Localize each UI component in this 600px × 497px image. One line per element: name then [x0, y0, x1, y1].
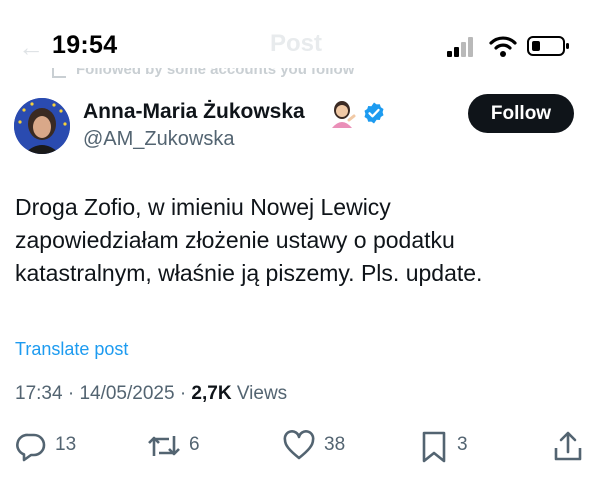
- like-button[interactable]: 38: [283, 428, 363, 464]
- meta-separator: ·: [179, 383, 192, 404]
- tweet-text: Droga Zofio, w imieniu Nowej Lewicy zapo…: [15, 191, 585, 290]
- tweet-meta: 17:34 · 14/05/2025 · 2,7K Views: [15, 383, 287, 405]
- bookmark-icon: [422, 431, 446, 463]
- share-button[interactable]: [553, 428, 585, 464]
- tweet-line: katastralnym, właśnie ją piszemy. Pls. u…: [15, 260, 483, 286]
- post-date[interactable]: 14/05/2025: [79, 383, 174, 404]
- verified-badge-icon: [364, 102, 384, 124]
- repost-button[interactable]: 6: [147, 428, 227, 464]
- share-icon: [554, 431, 582, 461]
- woman-tipping-hand-emoji-icon: [332, 101, 356, 128]
- bookmark-button[interactable]: 3: [421, 428, 491, 464]
- people-icon: [52, 68, 66, 78]
- like-count: 38: [324, 434, 346, 455]
- reply-count: 13: [55, 434, 77, 455]
- repost-count: 6: [189, 434, 200, 455]
- reply-icon: [16, 433, 46, 462]
- follow-button[interactable]: Follow: [468, 94, 574, 133]
- reply-button[interactable]: 13: [15, 428, 95, 464]
- battery-icon: [527, 36, 569, 56]
- author-handle[interactable]: @AM_Zukowska: [83, 128, 234, 151]
- meta-separator: ·: [67, 383, 80, 404]
- views-label: Views: [236, 383, 288, 404]
- author-name[interactable]: Anna-Maria Żukowska: [83, 100, 305, 124]
- status-clock: 19:54: [52, 31, 118, 59]
- translate-post-link[interactable]: Translate post: [15, 339, 128, 360]
- views-count[interactable]: 2,7K: [191, 383, 231, 404]
- post-time[interactable]: 17:34: [15, 383, 63, 404]
- header-title: Post: [270, 30, 323, 57]
- avatar[interactable]: [14, 98, 70, 154]
- social-context: Followed by some accounts you follow: [40, 68, 560, 82]
- repost-icon: [148, 436, 180, 456]
- back-arrow-icon[interactable]: ←: [18, 32, 44, 63]
- heart-icon: [283, 430, 315, 460]
- cellular-signal-icon: [447, 37, 473, 57]
- wifi-icon: [489, 36, 517, 57]
- tweet-line: zapowiedziałam złożenie ustawy o podatku: [15, 227, 455, 253]
- bookmark-count: 3: [457, 434, 468, 455]
- status-bar: ← Post 19:54 Followed by some accounts y…: [0, 0, 600, 92]
- tweet-line: Droga Zofio, w imieniu Nowej Lewicy: [15, 194, 391, 220]
- social-context-text: Followed by some accounts you follow: [76, 68, 355, 78]
